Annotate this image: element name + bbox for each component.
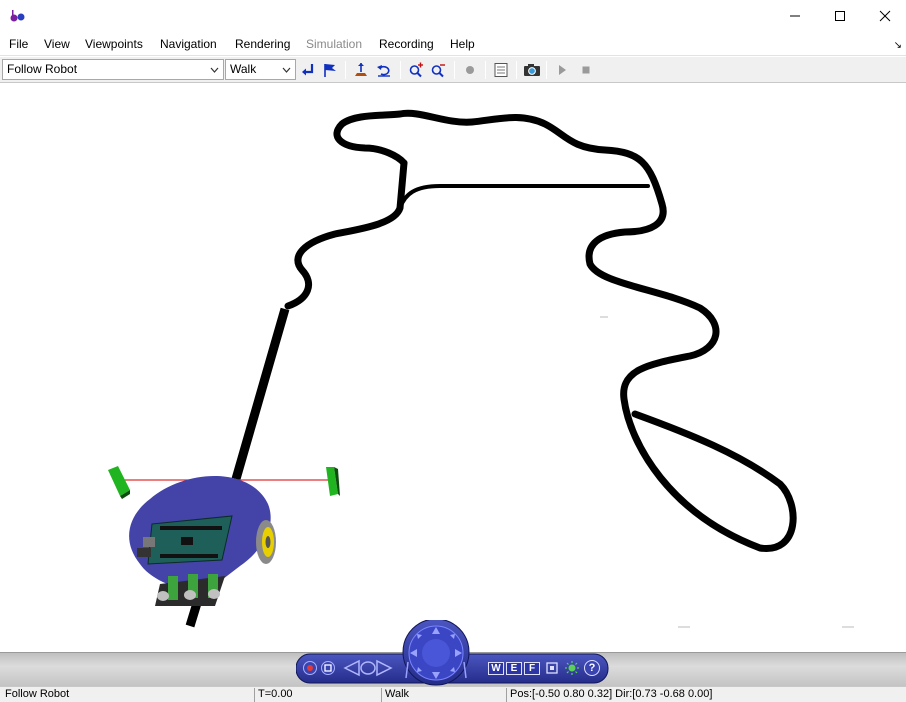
fit-icon[interactable] [544, 660, 560, 676]
minimize-button[interactable] [772, 0, 818, 32]
restore-icon [377, 65, 390, 77]
stop-icon [582, 66, 590, 74]
examine-e-icon: E [510, 663, 518, 674]
toolbar: Follow Robot Walk [0, 57, 906, 83]
viewpoint-select[interactable]: Follow Robot [2, 59, 224, 80]
status-position: Pos:[-0.50 0.80 0.32] Dir:[0.73 -0.68 0.… [506, 688, 904, 702]
line-track-crossbar [398, 184, 650, 210]
align-button[interactable] [351, 60, 371, 80]
return-viewpoint-icon [302, 64, 314, 76]
walk-w-icon: W [491, 663, 501, 674]
vrml-viewer-app-icon [10, 10, 25, 22]
floor-marks [600, 316, 854, 628]
menu-help[interactable]: Help [450, 37, 475, 51]
zoom-out-button[interactable] [428, 60, 448, 80]
navigation-pad-icon[interactable] [404, 622, 468, 684]
text-view-button[interactable] [491, 60, 511, 80]
robot-wheel [256, 520, 276, 564]
headlight-icon[interactable] [564, 660, 580, 676]
play-icon [559, 65, 566, 75]
walk-w-button[interactable]: W [488, 662, 504, 675]
viewpoint-select-value: Follow Robot [7, 62, 78, 76]
menu-viewpoints[interactable]: Viewpoints [85, 37, 143, 51]
help-icon: ? [588, 662, 596, 674]
screenshot-icon [524, 64, 540, 76]
robot [129, 475, 276, 606]
minimize-icon [790, 15, 800, 17]
align-icon [355, 63, 367, 76]
menu-navigation[interactable]: Navigation [160, 37, 217, 51]
menu-corner-arrow-icon[interactable]: ↘ [894, 40, 902, 51]
toolbar-separator [485, 61, 486, 79]
play-button [552, 60, 572, 80]
set-viewpoint-flag-icon [324, 64, 336, 77]
toolbar-separator [516, 61, 517, 79]
toolbar-separator [400, 61, 401, 79]
screenshot-button[interactable] [522, 60, 542, 80]
restore-button[interactable] [374, 60, 394, 80]
close-button[interactable] [862, 0, 906, 32]
maximize-icon [835, 11, 845, 21]
stop-button [576, 60, 596, 80]
menu-bar: File View Viewpoints Navigation Renderin… [0, 32, 906, 56]
return-viewpoint-button[interactable] [298, 60, 318, 80]
line-track-connector [284, 159, 408, 310]
navigation-dashboard: W E F ? [295, 618, 612, 686]
close-icon [879, 10, 891, 22]
examine-e-button[interactable]: E [506, 662, 522, 675]
zoom-out-icon [431, 64, 445, 78]
status-bar: Follow Robot T=0.00 Walk Pos:[-0.50 0.80… [0, 686, 906, 702]
close-dash-icon[interactable] [302, 660, 318, 676]
right-sensor [326, 467, 340, 496]
title-bar [0, 0, 906, 32]
menu-rendering[interactable]: Rendering [235, 37, 290, 51]
zoom-in-icon [409, 62, 423, 78]
menu-view[interactable]: View [44, 37, 70, 51]
left-sensor [108, 466, 130, 499]
status-mode: Walk [381, 688, 506, 702]
record-icon [466, 66, 474, 74]
3d-viewport[interactable] [0, 84, 906, 656]
menu-recording[interactable]: Recording [379, 37, 434, 51]
chevron-down-icon [206, 60, 223, 79]
maximize-button[interactable] [817, 0, 863, 32]
fly-f-button[interactable]: F [524, 662, 540, 675]
next-viewpoint-icon[interactable] [374, 658, 394, 678]
menu-file[interactable]: File [9, 37, 28, 51]
toolbar-separator [345, 61, 346, 79]
record-button [460, 60, 480, 80]
chevron-down-icon [278, 60, 295, 79]
zoom-in-button[interactable] [406, 60, 426, 80]
status-time: T=0.00 [254, 688, 381, 702]
fly-f-icon: F [528, 663, 536, 674]
toolbar-separator [546, 61, 547, 79]
nav-mode-select[interactable]: Walk [225, 59, 296, 80]
status-viewpoint: Follow Robot [5, 688, 70, 700]
scene-canvas [108, 109, 854, 628]
text-view-icon [494, 63, 508, 77]
minimize-dash-icon[interactable] [320, 660, 336, 676]
toolbar-separator [454, 61, 455, 79]
menu-simulation: Simulation [306, 37, 363, 51]
nav-mode-select-value: Walk [230, 62, 257, 76]
help-button[interactable]: ? [584, 660, 600, 676]
set-viewpoint-flag-button[interactable] [320, 60, 340, 80]
